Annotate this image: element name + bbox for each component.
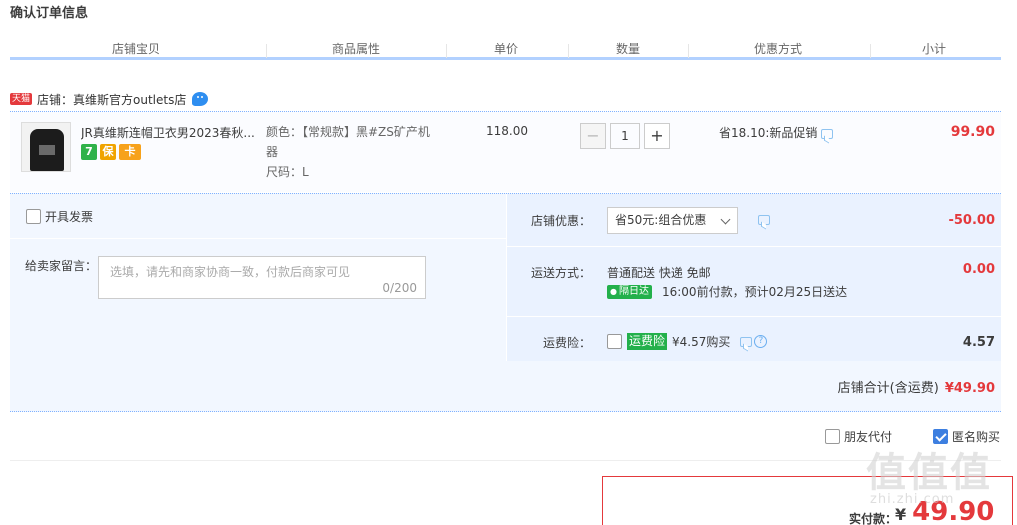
shipping-label: 运送方式：	[531, 266, 592, 280]
column-divider	[266, 44, 267, 58]
currency-symbol: ¥	[895, 505, 907, 524]
discount-select[interactable]: 省50元:组合优惠	[607, 207, 738, 234]
attr-color: 颜色：【常规款】黑#ZS矿产机	[266, 125, 430, 139]
tmall-badge: 天猫	[10, 93, 33, 105]
item-subtotal: 99.90	[950, 124, 995, 140]
page-title: 确认订单信息	[10, 6, 89, 21]
message-label: 给卖家留言：	[25, 259, 98, 273]
qty-decrease-button[interactable]: −	[580, 123, 606, 149]
unit-price: 118.00	[486, 124, 528, 138]
seller-message-input[interactable]: 选填，请先和商家协商一致，付款后商家可见 0/200	[98, 256, 426, 299]
insurance-value: 4.57	[962, 335, 995, 350]
order-item: JR真维斯连帽卫衣男2023春秋... 7 保 卡 颜色：【常规款】黑#ZS矿产…	[10, 111, 1001, 192]
column-divider	[446, 44, 447, 58]
insurance-badge: 运费险	[627, 333, 668, 350]
message-placeholder: 选填，请先和商家协商一致，付款后商家可见	[110, 265, 351, 279]
quantity-stepper: − 1 +	[580, 123, 670, 149]
divider	[10, 238, 506, 239]
insurance-price: ¥4.57购买	[672, 335, 731, 349]
attr-color-cont: 器	[266, 145, 279, 159]
order-details: 开具发票 给卖家留言： 选填，请先和商家协商一致，付款后商家可见 0/200 店…	[10, 193, 1002, 412]
shipping-eta: 16:00前付款，预计02月25日送达	[661, 285, 848, 299]
friend-pay-checkbox[interactable]	[825, 429, 840, 444]
shop-total-label: 店铺合计(含运费)	[837, 381, 939, 396]
col-attributes: 商品属性	[332, 42, 381, 56]
invoice-option[interactable]: 开具发票	[26, 208, 93, 225]
shop-total: 店铺合计(含运费) ¥49.90	[838, 377, 995, 396]
col-shop-item: 店铺宝贝	[112, 42, 161, 56]
comment-icon[interactable]	[740, 336, 753, 347]
column-divider	[870, 44, 871, 58]
message-char-count: 0/200	[382, 281, 417, 295]
shop-total-value: ¥49.90	[944, 381, 995, 396]
guarantee-icon[interactable]: 保	[100, 144, 116, 160]
help-icon[interactable]: ?	[754, 335, 768, 348]
discount-label: 店铺优惠：	[531, 214, 592, 228]
credit-card-icon[interactable]: 卡	[119, 144, 141, 160]
comment-icon[interactable]	[821, 128, 834, 139]
insurance-label: 运费险：	[543, 336, 592, 350]
insurance-checkbox[interactable]	[607, 334, 622, 349]
next-day-badge: 隔日达	[607, 284, 652, 299]
shipping-value: 0.00	[962, 262, 995, 277]
discount-value: -50.00	[948, 213, 995, 228]
qty-input[interactable]: 1	[610, 123, 640, 149]
promo-info: 省18.10:新品促销	[719, 124, 834, 141]
attr-size: 尺码：L	[266, 165, 309, 179]
buyer-options: 开具发票 给卖家留言： 选填，请先和商家协商一致，付款后商家可见 0/200	[10, 194, 506, 361]
divider	[507, 316, 1002, 317]
col-quantity: 数量	[616, 42, 641, 56]
col-unit-price: 单价	[494, 42, 519, 56]
column-divider	[688, 44, 689, 58]
qty-increase-button[interactable]: +	[644, 123, 670, 149]
watermark-sub: zhi.zhi.com	[870, 492, 955, 507]
chevron-down-icon	[720, 214, 731, 225]
shop-name-link[interactable]: 店铺：真维斯官方outlets店	[37, 91, 186, 108]
service-icons: 7 保 卡	[81, 144, 141, 160]
shipping-eta-row: 隔日达 16:00前付款，预计02月25日送达	[607, 283, 847, 300]
discount-selected: 省50元:组合优惠	[615, 213, 707, 227]
promo-text: 省18.10:新品促销	[719, 126, 818, 140]
pricing-options: 店铺优惠： 省50元:组合优惠 -50.00 运送方式： 普通配送 快递 免邮 …	[506, 194, 1002, 361]
shop-row: 天猫 店铺：真维斯官方outlets店	[10, 88, 209, 110]
hoodie-image	[30, 129, 64, 171]
column-header: 店铺宝贝 商品属性 单价 数量 优惠方式 小计	[10, 38, 1001, 60]
col-subtotal: 小计	[922, 42, 947, 56]
watermark: 值值值	[866, 450, 992, 496]
comment-icon[interactable]	[758, 215, 770, 225]
product-title-link[interactable]: JR真维斯连帽卫衣男2023春秋...	[81, 124, 259, 141]
divider	[10, 460, 1001, 461]
seven-day-return-icon[interactable]: 7	[81, 144, 97, 160]
shipping-method: 普通配送 快递 免邮	[607, 266, 711, 280]
product-thumbnail[interactable]	[21, 122, 71, 172]
insurance-option[interactable]: 运费险 ¥4.57购买 ?	[607, 333, 768, 350]
col-discount: 优惠方式	[754, 42, 803, 56]
invoice-checkbox[interactable]	[26, 209, 41, 224]
chat-seller-icon[interactable]	[192, 92, 209, 106]
pay-label: 实付款：	[849, 512, 898, 525]
invoice-label: 开具发票	[45, 210, 94, 224]
column-divider	[568, 44, 569, 58]
divider	[507, 246, 1002, 247]
